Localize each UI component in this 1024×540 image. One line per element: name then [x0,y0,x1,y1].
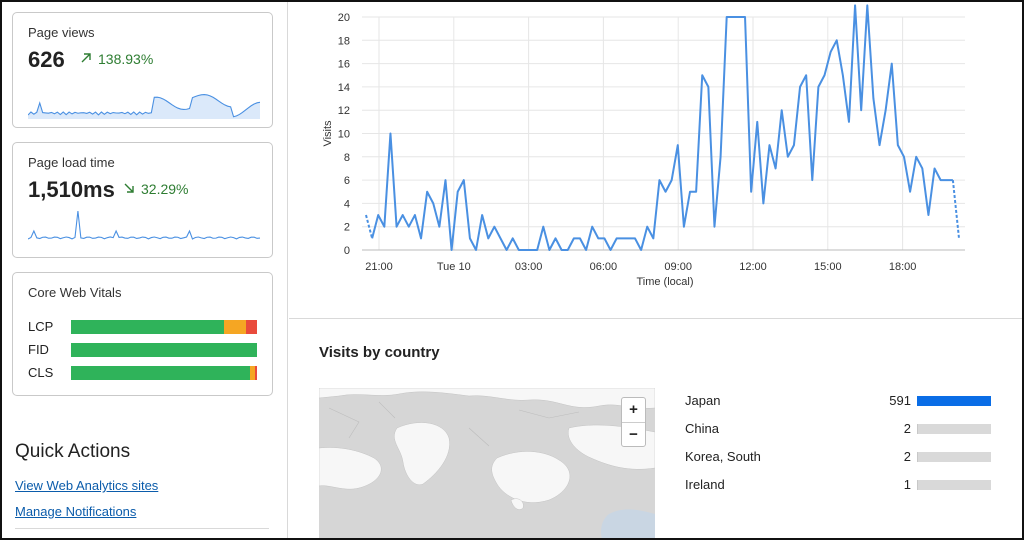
y-tick-label: 18 [338,35,350,47]
y-tick-label: 10 [338,129,350,141]
page-load-time-card[interactable]: Page load time 1,510ms 32.29% [12,142,273,258]
country-bar-track [917,452,991,462]
page-load-time-change-value: 32.29% [141,181,189,197]
page-views-value: 626 [28,47,65,72]
vitals-bar [71,343,257,357]
y-tick-label: 16 [338,59,350,71]
x-tick-label: 09:00 [664,261,692,273]
vitals-segment-poor [255,366,257,380]
y-tick-label: 20 [338,12,350,24]
x-tick-label: 15:00 [814,261,842,273]
core-web-vitals-card[interactable]: Core Web Vitals LCP FID CLS [12,272,273,396]
vitals-segment-needs-improvement [223,320,246,334]
vitals-row-cls: CLS [28,365,263,381]
y-tick-label: 6 [344,175,350,187]
y-tick-label: 14 [338,82,350,94]
vitals-segment-good [71,343,257,357]
vitals-row-fid: FID [28,342,263,358]
x-tick-label: 06:00 [590,261,618,273]
country-name: Japan [685,393,721,408]
vitals-bar [71,366,257,380]
vitals-segment-good [71,320,224,334]
page-load-time-sparkline [28,210,260,240]
country-value: 591 [889,393,911,408]
arrow-down-right-icon [123,181,137,197]
country-bar-fill [917,452,919,462]
page-load-time-value: 1,510ms [28,177,115,202]
vitals-label: CLS [28,365,54,380]
visits-by-country-title: Visits by country [319,344,440,361]
arrow-up-right-icon [80,51,94,67]
app-frame: Page views 626 138.93% Page load time 1,… [0,0,1024,540]
page-views-change-value: 138.93% [98,51,154,67]
zoom-in-button[interactable]: + [622,398,645,422]
country-row-ireland[interactable]: Ireland 1 [685,475,995,495]
page-load-time-title: Page load time [28,155,115,170]
country-bar-track [917,396,991,406]
quick-actions-divider [15,528,269,529]
country-bar-track [917,480,991,490]
visits-chart-panel: 0 2 4 6 8 10 12 14 16 18 20 21:00 Tue 10 03:00 06:00 09… [289,2,1022,319]
page-views-card[interactable]: Page views 626 138.93% [12,12,273,128]
core-web-vitals-title: Core Web Vitals [28,285,122,300]
country-name: Korea, South [685,449,761,464]
x-tick-label: 12:00 [739,261,767,273]
map-zoom-control: + − [621,397,646,447]
visits-series-end-dashed [951,179,960,239]
country-value: 1 [903,477,911,492]
vitals-label: LCP [28,319,54,334]
page-views-sparkline [28,94,260,119]
vitals-row-lcp: LCP [28,319,263,335]
country-name: Ireland [685,477,725,492]
y-tick-label: 2 [344,222,350,234]
vitals-segment-poor [245,320,257,334]
country-bar-track [917,424,991,434]
quick-actions-title: Quick Actions [15,441,131,462]
x-axis-label: Time (local) [636,276,693,288]
y-tick-label: 8 [344,152,350,164]
zoom-out-button[interactable]: − [622,423,645,447]
page-load-time-sparkline-line [28,210,260,240]
x-tick-label: 21:00 [365,261,393,273]
country-bar-fill [917,480,919,490]
vitals-label: FID [28,342,49,357]
visits-series-line [371,4,953,251]
vitals-bar [71,320,257,334]
visits-line-chart: 0 2 4 6 8 10 12 14 16 18 20 21:00 Tue 10 03:00 06:00 09… [322,4,965,288]
manage-notifications-link[interactable]: Manage Notifications [15,504,136,519]
x-tick-label: 18:00 [889,261,917,273]
x-tick-label: Tue 10 [437,261,471,273]
world-map-shapes [319,388,655,538]
country-row-japan[interactable]: Japan 591 [685,391,995,411]
page-views-title: Page views [28,25,95,40]
country-value: 2 [903,449,911,464]
y-tick-label: 4 [344,198,350,210]
vitals-segment-good [71,366,250,380]
y-tick-label: 0 [344,245,350,257]
x-tick-label: 03:00 [515,261,543,273]
left-sidebar: Page views 626 138.93% Page load time 1,… [2,2,288,538]
world-map[interactable] [319,388,655,538]
country-name: China [685,421,719,436]
country-row-china[interactable]: China 2 [685,419,995,439]
page-views-change: 138.93% [80,51,153,67]
country-bar-fill [917,396,991,406]
page-views-sparkline-area [28,94,260,119]
page-load-time-change: 32.29% [123,181,188,197]
country-row-korea-south[interactable]: Korea, South 2 [685,447,995,467]
view-web-analytics-sites-link[interactable]: View Web Analytics sites [15,478,158,493]
y-axis-label: Visits [322,120,334,147]
y-tick-label: 12 [338,105,350,117]
country-value: 2 [903,421,911,436]
country-bar-fill [917,424,919,434]
